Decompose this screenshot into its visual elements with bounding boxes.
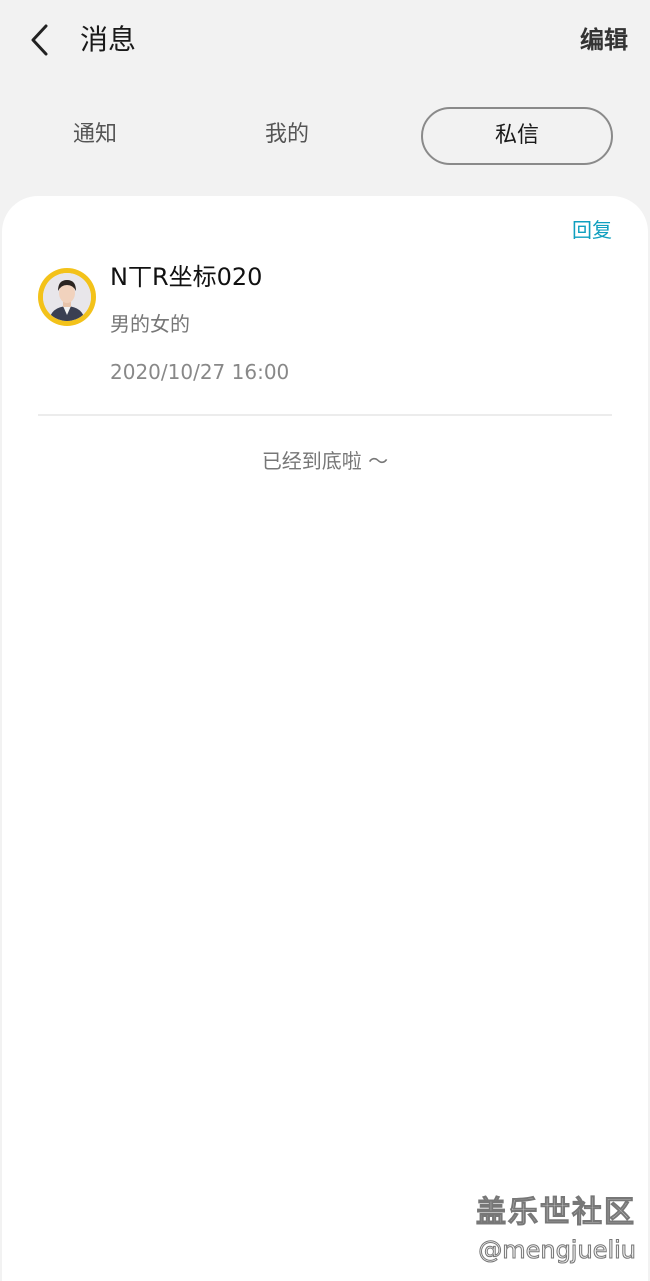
header-bar: 消息 编辑 bbox=[0, 0, 650, 80]
tab-private-messages[interactable]: 私信 bbox=[421, 107, 613, 165]
sender-name[interactable]: N丅R坐标020 bbox=[110, 260, 262, 294]
back-button[interactable] bbox=[22, 22, 58, 58]
avatar[interactable] bbox=[38, 268, 96, 326]
edit-button[interactable]: 编辑 bbox=[580, 22, 628, 58]
message-list: 回复 N丅R坐标020 男的女的 2020/10/27 16:00 已经到底啦 … bbox=[2, 196, 648, 1281]
page-title: 消息 bbox=[80, 23, 137, 56]
reply-button[interactable]: 回复 bbox=[572, 216, 612, 244]
watermark-brand: 盖乐世社区 bbox=[476, 1195, 636, 1231]
message-preview[interactable]: 男的女的 bbox=[110, 310, 190, 338]
chevron-left-icon bbox=[31, 24, 48, 56]
tab-notifications[interactable]: 通知 bbox=[40, 107, 150, 163]
tab-mine[interactable]: 我的 bbox=[232, 107, 342, 163]
tab-bar: 通知 我的 私信 bbox=[0, 104, 650, 168]
watermark-user: @mengjueliu bbox=[478, 1236, 637, 1265]
message-timestamp: 2020/10/27 16:00 bbox=[110, 360, 290, 384]
divider bbox=[38, 414, 612, 416]
watermark: 盖乐世社区 @mengjueliu bbox=[476, 1193, 637, 1267]
end-of-list-text: 已经到底啦 〜 bbox=[261, 449, 389, 473]
avatar-image bbox=[43, 273, 91, 321]
